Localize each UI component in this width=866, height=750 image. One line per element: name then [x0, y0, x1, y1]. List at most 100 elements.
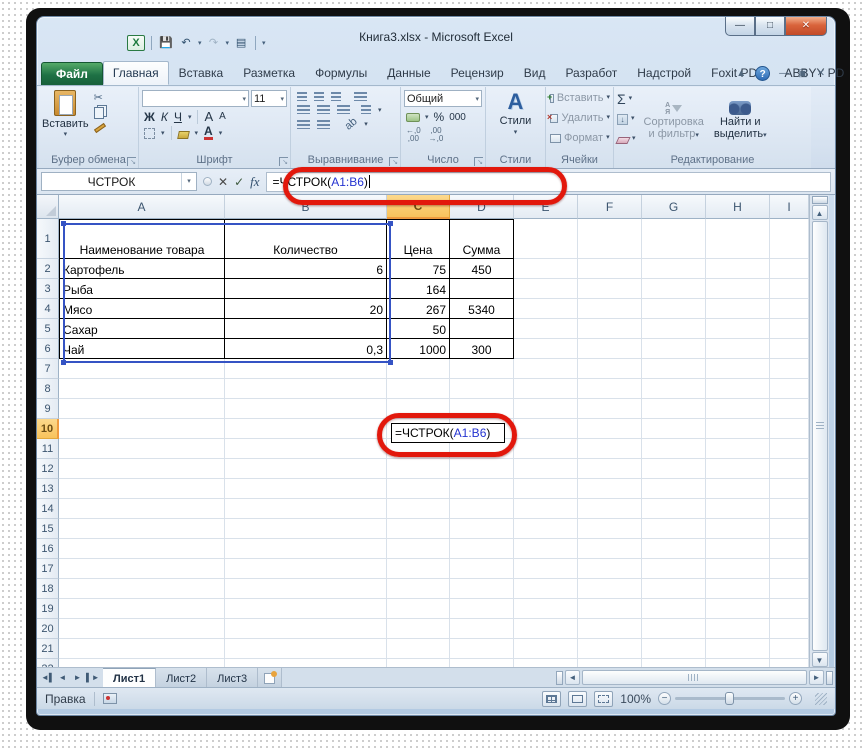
cell-B1[interactable]: Количество — [225, 219, 387, 259]
cell-H17[interactable] — [706, 559, 770, 579]
cell-D21[interactable] — [450, 639, 514, 659]
cell-D19[interactable] — [450, 599, 514, 619]
align-middle-icon[interactable] — [314, 92, 324, 101]
column-header-A[interactable]: A — [59, 195, 225, 219]
cell-B14[interactable] — [225, 499, 387, 519]
cell-E13[interactable] — [514, 479, 578, 499]
ribbon-tab-вставка[interactable]: Вставка — [169, 61, 234, 85]
cell-I19[interactable] — [770, 599, 809, 619]
cell-B13[interactable] — [225, 479, 387, 499]
column-header-G[interactable]: G — [642, 195, 706, 219]
page-break-view-button[interactable] — [594, 690, 614, 707]
cell-I12[interactable] — [770, 459, 809, 479]
row-header-2[interactable]: 2 — [37, 259, 59, 279]
cell-G11[interactable] — [642, 439, 706, 459]
cell-C7[interactable] — [387, 359, 450, 379]
cell-H10[interactable] — [706, 419, 770, 439]
column-header-I[interactable]: I — [770, 195, 809, 219]
cell-H11[interactable] — [706, 439, 770, 459]
cell-I3[interactable] — [770, 279, 809, 299]
cell-H22[interactable] — [706, 659, 770, 667]
cell-E4[interactable] — [514, 299, 578, 319]
h-split-handle[interactable] — [556, 670, 563, 685]
cell-E2[interactable] — [514, 259, 578, 279]
cell-I15[interactable] — [770, 519, 809, 539]
cell-H14[interactable] — [706, 499, 770, 519]
h-scroll-thumb[interactable] — [582, 670, 807, 685]
cell-I5[interactable] — [770, 319, 809, 339]
row-header-12[interactable]: 12 — [37, 459, 59, 479]
cell-B21[interactable] — [225, 639, 387, 659]
copy-icon[interactable] — [93, 107, 104, 119]
row-header-4[interactable]: 4 — [37, 299, 59, 319]
row-header-3[interactable]: 3 — [37, 279, 59, 299]
autosum-button[interactable]: Σ ▾ — [617, 91, 636, 107]
cell-B20[interactable] — [225, 619, 387, 639]
row-header-9[interactable]: 9 — [37, 399, 59, 419]
page-layout-view-button[interactable] — [568, 690, 588, 707]
cell-I8[interactable] — [770, 379, 809, 399]
font-dialog-launcher[interactable]: ↘ — [279, 157, 288, 166]
cell-D17[interactable] — [450, 559, 514, 579]
cell-G1[interactable] — [642, 219, 706, 259]
fill-button[interactable]: ↓ ▾ — [617, 111, 636, 127]
number-format-select[interactable]: Общий ▾ — [404, 90, 482, 107]
cell-A5[interactable]: Сахар — [59, 319, 225, 339]
last-sheet-icon[interactable]: ▌► — [86, 673, 100, 682]
cell-A7[interactable] — [59, 359, 225, 379]
next-sheet-icon[interactable]: ► — [71, 673, 84, 682]
doc-close-icon[interactable]: ✕ — [817, 68, 825, 79]
cell-H7[interactable] — [706, 359, 770, 379]
normal-view-button[interactable] — [542, 690, 562, 707]
cell-G15[interactable] — [642, 519, 706, 539]
row-header-13[interactable]: 13 — [37, 479, 59, 499]
cell-B18[interactable] — [225, 579, 387, 599]
cell-G6[interactable] — [642, 339, 706, 359]
cell-E5[interactable] — [514, 319, 578, 339]
cell-B2[interactable]: 6 — [225, 259, 387, 279]
cell-D22[interactable] — [450, 659, 514, 667]
cell-A18[interactable] — [59, 579, 225, 599]
v-scroll-thumb[interactable] — [811, 221, 828, 651]
insert-function-icon[interactable]: fx — [250, 174, 259, 190]
cell-E6[interactable] — [514, 339, 578, 359]
cell-G16[interactable] — [642, 539, 706, 559]
cell-F17[interactable] — [578, 559, 642, 579]
cell-D15[interactable] — [450, 519, 514, 539]
cell-C20[interactable] — [387, 619, 450, 639]
cell-F16[interactable] — [578, 539, 642, 559]
clipboard-dialog-launcher[interactable]: ↘ — [127, 157, 136, 166]
font-name-select[interactable]: ▾ — [142, 90, 249, 107]
paste-dropdown-icon[interactable]: ▾ — [64, 130, 68, 138]
cell-D7[interactable] — [450, 359, 514, 379]
doc-minimize-icon[interactable]: — — [779, 68, 789, 79]
cell-G18[interactable] — [642, 579, 706, 599]
cell-F11[interactable] — [578, 439, 642, 459]
cell-C4[interactable]: 267 — [387, 299, 450, 319]
row-header-6[interactable]: 6 — [37, 339, 59, 359]
row-header-16[interactable]: 16 — [37, 539, 59, 559]
resize-grip[interactable] — [815, 692, 827, 705]
number-dialog-launcher[interactable]: ↘ — [474, 157, 483, 166]
cell-F19[interactable] — [578, 599, 642, 619]
cell-E18[interactable] — [514, 579, 578, 599]
cell-G21[interactable] — [642, 639, 706, 659]
sheet-tab-лист1[interactable]: Лист1 — [103, 668, 157, 687]
cell-I14[interactable] — [770, 499, 809, 519]
cell-C2[interactable]: 75 — [387, 259, 450, 279]
cell-B9[interactable] — [225, 399, 387, 419]
select-all-corner[interactable] — [37, 195, 59, 219]
first-sheet-icon[interactable]: ◄▌ — [41, 673, 55, 682]
cell-D3[interactable] — [450, 279, 514, 299]
cell-E8[interactable] — [514, 379, 578, 399]
cell-H15[interactable] — [706, 519, 770, 539]
formula-bar-splitter[interactable] — [203, 177, 212, 186]
align-bottom-icon[interactable] — [331, 92, 341, 101]
cell-C15[interactable] — [387, 519, 450, 539]
cell-D12[interactable] — [450, 459, 514, 479]
cell-F5[interactable] — [578, 319, 642, 339]
zoom-track[interactable] — [675, 692, 785, 705]
cell-H18[interactable] — [706, 579, 770, 599]
format-painter-icon[interactable] — [93, 122, 106, 134]
cell-E22[interactable] — [514, 659, 578, 667]
